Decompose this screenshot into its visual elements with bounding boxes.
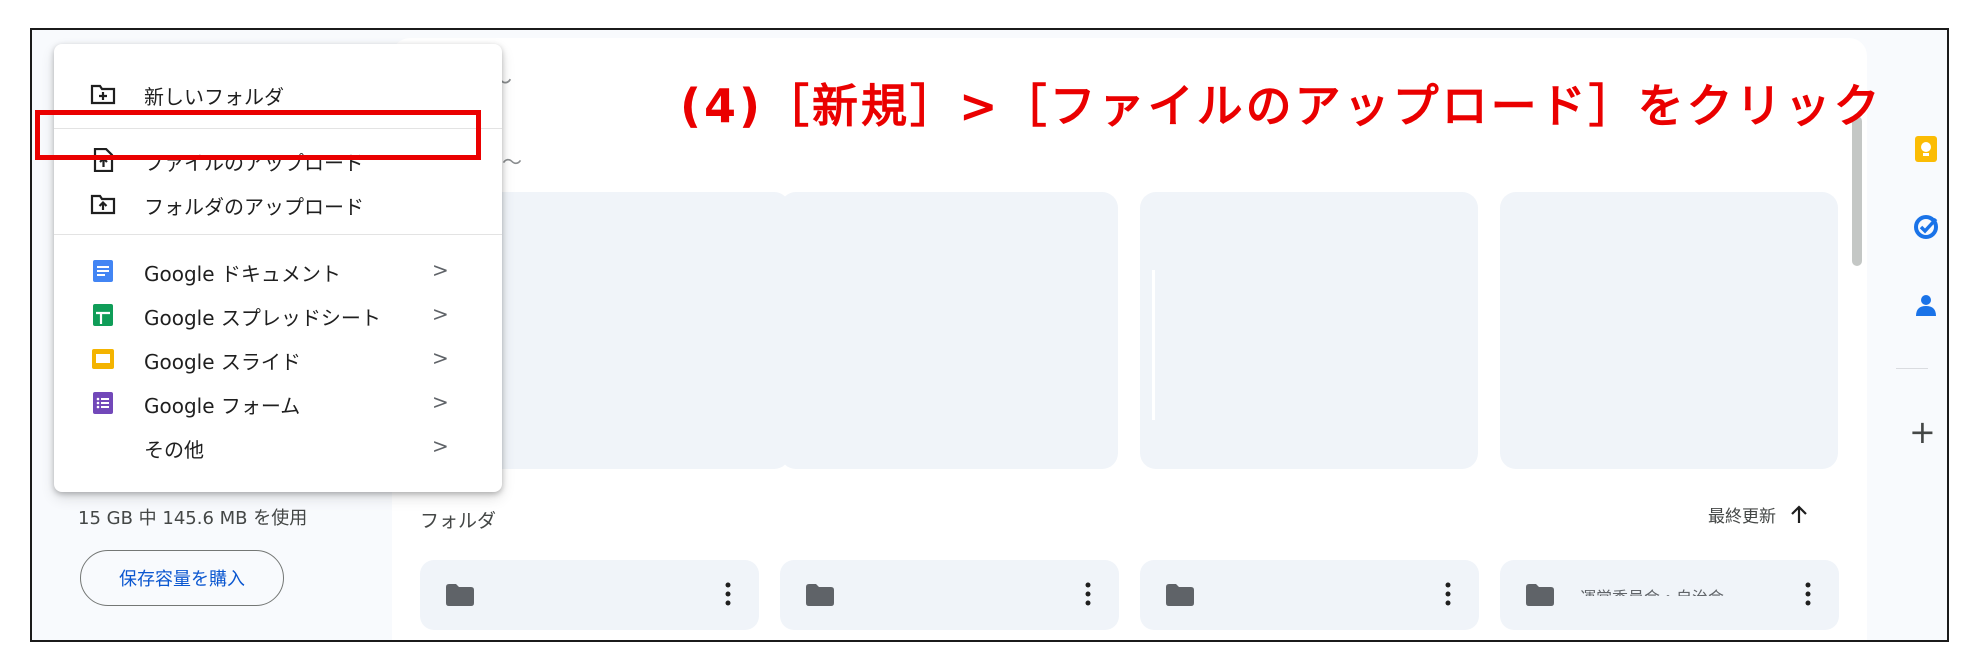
suggested-file-card[interactable] xyxy=(1500,192,1838,469)
more-options-icon[interactable] xyxy=(1085,582,1091,606)
instruction-annotation: (4)［新規］>［ファイルのアップロード］をクリック xyxy=(680,79,1883,133)
add-addon-icon[interactable]: + xyxy=(1909,416,1936,448)
menu-item-google-sheets[interactable]: Google スプレッドシート > xyxy=(54,293,502,337)
main-scrollbar[interactable] xyxy=(1852,116,1862,266)
chevron-right-icon: > xyxy=(432,434,449,458)
suggested-file-card[interactable] xyxy=(452,192,790,469)
google-sheets-icon xyxy=(93,304,113,326)
menu-item-label: ファイルのアップロード xyxy=(144,151,364,175)
more-options-icon[interactable] xyxy=(725,582,731,606)
chevron-right-icon: > xyxy=(432,346,449,370)
menu-item-google-slides[interactable]: Google スライド > xyxy=(54,337,502,381)
right-side-panel xyxy=(1872,30,1947,640)
arrow-up-icon[interactable] xyxy=(1790,504,1808,525)
suggested-file-card[interactable] xyxy=(780,192,1118,469)
storage-usage-text: 15 GB 中 145.6 MB を使用 xyxy=(78,508,308,529)
menu-item-label: その他 xyxy=(144,438,204,462)
more-options-icon[interactable] xyxy=(1445,582,1451,606)
contacts-icon[interactable] xyxy=(1913,292,1939,318)
menu-item-new-folder[interactable]: 新しいフォルダ xyxy=(54,72,502,116)
menu-item-label: Google スライド xyxy=(144,350,301,374)
menu-item-google-forms[interactable]: Google フォーム > xyxy=(54,381,502,425)
menu-item-file-upload[interactable]: ファイルのアップロード xyxy=(54,138,502,182)
sort-control[interactable]: 最終更新 xyxy=(1708,502,1808,527)
folder-name xyxy=(860,584,1010,596)
hidden-suggested-fragment: 〜 xyxy=(502,150,522,174)
more-options-icon[interactable] xyxy=(1805,582,1811,606)
folder-name xyxy=(500,584,650,596)
folder-icon xyxy=(806,584,834,606)
folder-icon xyxy=(446,584,474,606)
folder-icon xyxy=(1166,584,1194,606)
menu-item-folder-upload[interactable]: フォルダのアップロード xyxy=(54,182,502,226)
keep-icon[interactable] xyxy=(1913,136,1939,162)
sort-label[interactable]: 最終更新 xyxy=(1708,502,1776,527)
google-forms-icon xyxy=(93,392,113,414)
menu-item-label: Google スプレッドシート xyxy=(144,306,381,330)
google-slides-icon xyxy=(92,349,114,369)
folder-name: 運営委員会・自治会 xyxy=(1580,584,1730,596)
menu-divider xyxy=(54,234,502,235)
folder-name xyxy=(1220,584,1370,596)
folder-icon xyxy=(1526,584,1554,606)
folder-card[interactable] xyxy=(420,560,759,630)
menu-divider xyxy=(54,128,502,129)
suggested-file-card[interactable] xyxy=(1140,192,1478,469)
menu-item-label: Google ドキュメント xyxy=(144,262,341,286)
folder-card[interactable]: 運営委員会・自治会 xyxy=(1500,560,1839,630)
drive-window: 〜 〜 フォルダ 最終更新 運営委員会・自治会 15 GB 中 145.6 MB… xyxy=(30,28,1949,642)
new-folder-icon xyxy=(90,84,116,105)
menu-item-more[interactable]: その他 > xyxy=(54,425,502,469)
rail-divider xyxy=(1896,368,1928,369)
tasks-icon[interactable] xyxy=(1913,214,1939,240)
folders-heading: フォルダ xyxy=(420,510,497,532)
file-upload-icon xyxy=(93,148,114,172)
folder-card[interactable] xyxy=(780,560,1119,630)
folder-upload-icon xyxy=(90,194,116,215)
menu-item-google-docs[interactable]: Google ドキュメント > xyxy=(54,249,502,293)
chevron-right-icon: > xyxy=(432,258,449,282)
chevron-right-icon: > xyxy=(432,302,449,326)
menu-item-label: Google フォーム xyxy=(144,394,301,418)
folder-card[interactable] xyxy=(1140,560,1479,630)
buy-storage-button[interactable]: 保存容量を購入 xyxy=(80,550,284,606)
menu-item-label: フォルダのアップロード xyxy=(144,195,364,219)
new-menu: 新しいフォルダ ファイルのアップロード フォルダのアップロード Google ド… xyxy=(54,44,502,492)
menu-item-label: 新しいフォルダ xyxy=(144,85,284,109)
chevron-right-icon: > xyxy=(432,390,449,414)
google-docs-icon xyxy=(93,260,113,282)
